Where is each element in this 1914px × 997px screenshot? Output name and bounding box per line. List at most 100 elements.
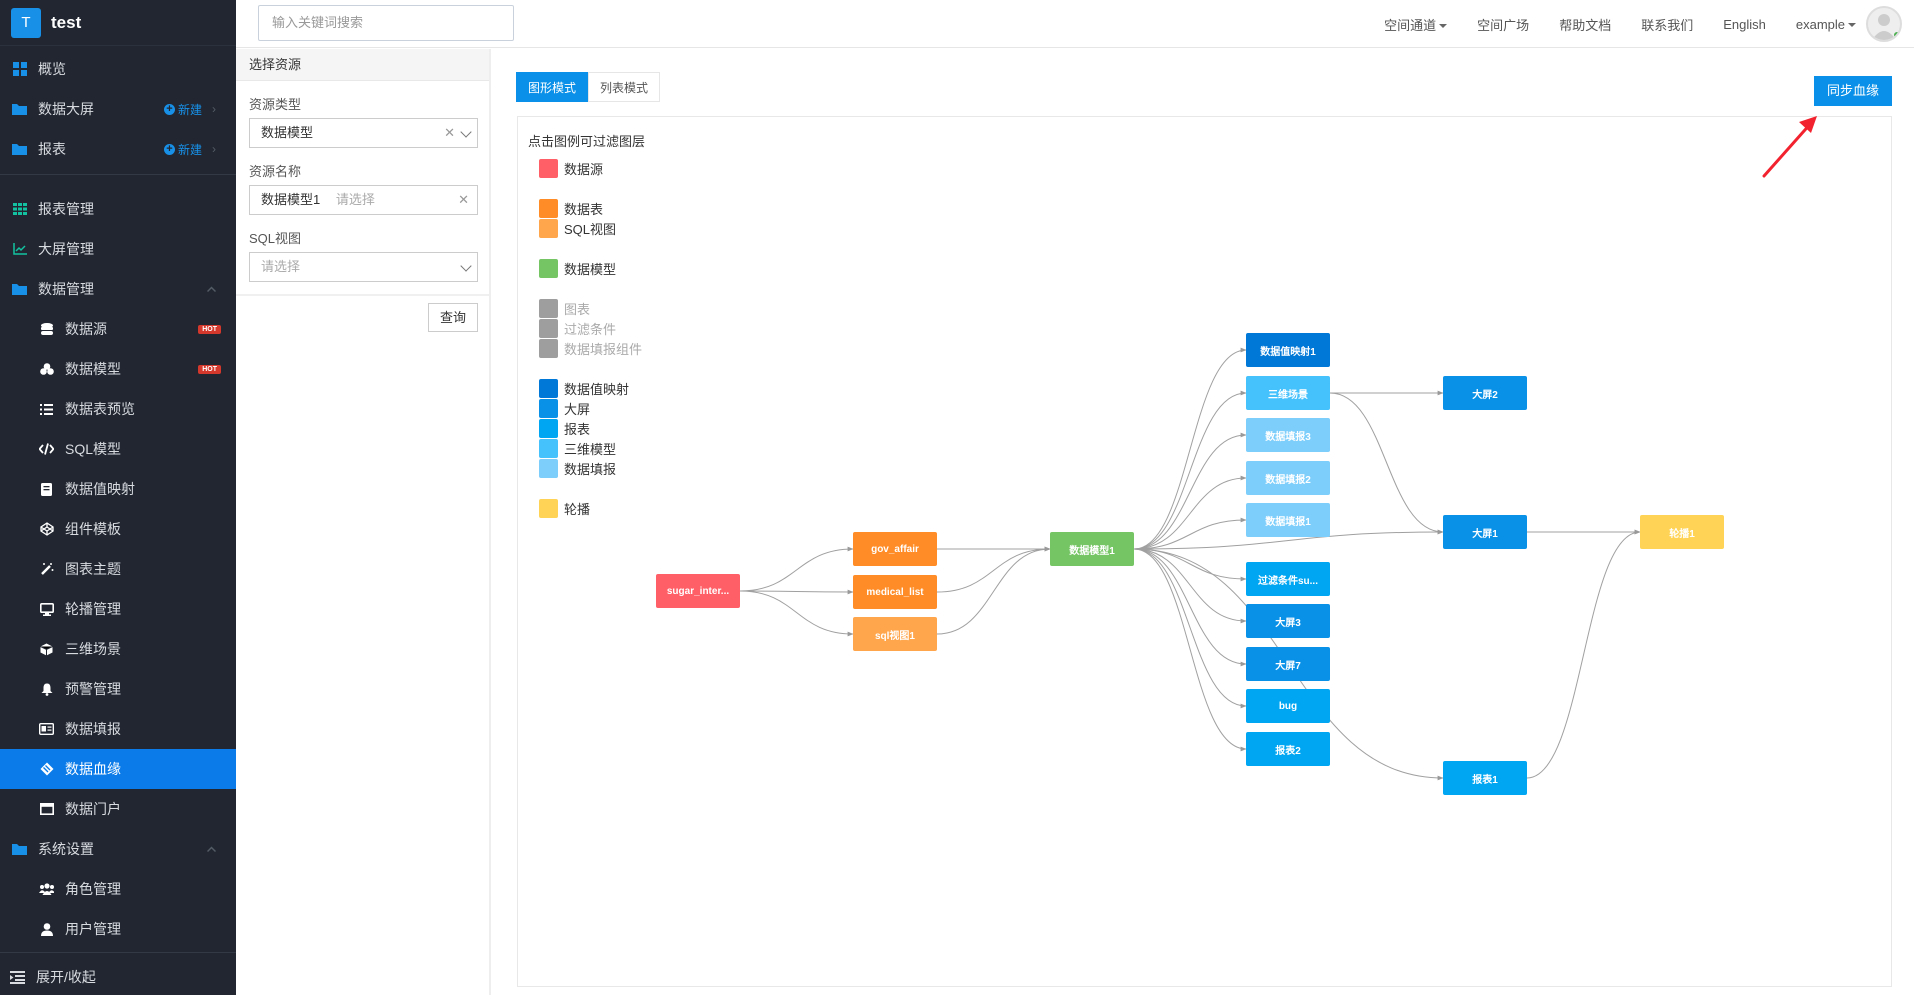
sidebar-item[interactable]: 轮播管理 [0, 589, 236, 629]
sidebar-item[interactable]: 系统设置 [0, 829, 236, 869]
sidebar-item[interactable]: 角色管理 [0, 869, 236, 909]
sidebar-item-label: 数据大屏 [38, 101, 94, 117]
legend-item[interactable]: 报表 [539, 419, 590, 438]
legend-item[interactable]: 数据填报组件 [539, 339, 642, 358]
resource-name-select[interactable]: 数据模型1 请选择 ✕ [249, 185, 478, 215]
lineage-node[interactable]: 大屏2 [1443, 376, 1527, 410]
legend-item[interactable]: 数据表 [539, 199, 603, 218]
nav-help-docs[interactable]: 帮助文档 [1559, 15, 1611, 34]
sidebar-item[interactable]: 数据血缘 [0, 749, 236, 789]
sidebar-item[interactable]: 大屏管理 [0, 229, 236, 269]
chevron-up-icon [206, 843, 217, 855]
legend-label: 数据填报组件 [564, 342, 643, 357]
sidebar-item[interactable]: 数据模型 HOT [0, 349, 236, 389]
sidebar-item[interactable]: 数据表预览 [0, 389, 236, 429]
sidebar-item[interactable]: 报表 + 新建 › [0, 129, 236, 169]
clear-icon[interactable]: ✕ [444, 119, 455, 147]
sidebar-item-label: 预警管理 [65, 681, 121, 697]
lineage-node[interactable]: sugar_inter... [656, 574, 740, 608]
nav-space-channel[interactable]: 空间通道 [1384, 15, 1448, 34]
lineage-node[interactable]: 数据填报3 [1246, 418, 1330, 452]
sidebar-item-label: 数据管理 [38, 281, 94, 297]
lineage-node[interactable]: 过滤条件su... [1246, 562, 1330, 596]
resource-type-select[interactable]: 数据模型 ✕ [249, 118, 478, 148]
resource-name-placeholder: 请选择 [335, 192, 375, 207]
legend-item[interactable]: 图表 [539, 299, 590, 318]
sql-view-select[interactable]: 请选择 [249, 252, 478, 282]
lineage-node[interactable]: 数据值映射1 [1246, 333, 1330, 367]
lineage-node[interactable]: 报表2 [1246, 732, 1330, 766]
nav-space-plaza[interactable]: 空间广场 [1477, 15, 1529, 34]
cubes-icon [39, 362, 54, 377]
sidebar-item[interactable]: 数据管理 [0, 269, 236, 309]
legend-item[interactable]: 数据模型 [539, 259, 616, 278]
sidebar-collapse-label: 展开/收起 [36, 969, 96, 985]
hot-badge: HOT [198, 324, 221, 334]
tab-list-mode[interactable]: 列表模式 [588, 72, 661, 102]
sidebar-item-label: 轮播管理 [65, 601, 121, 617]
sidebar-item[interactable]: 数据填报 [0, 709, 236, 749]
legend-item[interactable]: 三维模型 [539, 439, 616, 458]
lineage-node[interactable]: 大屏7 [1246, 647, 1330, 681]
sidebar-item[interactable]: 图表主题 [0, 549, 236, 589]
lineage-node[interactable]: 三维场景 [1246, 376, 1330, 410]
lineage-node[interactable]: sql视图1 [853, 617, 937, 651]
sidebar-collapse-toggle[interactable]: 展开/收起 [0, 957, 236, 997]
lineage-node[interactable]: medical_list [853, 575, 937, 609]
sidebar-item[interactable]: 概览 [0, 49, 236, 89]
lineage-node[interactable]: gov_affair [853, 532, 937, 566]
sidebar-item[interactable]: 三维场景 [0, 629, 236, 669]
sidebar-item[interactable]: 数据源 HOT [0, 309, 236, 349]
sidebar-item[interactable]: 数据大屏 + 新建 › [0, 89, 236, 129]
sidebar-divider [0, 174, 236, 175]
lineage-node[interactable]: 报表1 [1443, 761, 1527, 795]
legend-item[interactable]: SQL视图 [539, 219, 616, 238]
users-icon [39, 882, 54, 897]
lineage-node[interactable]: 数据填报2 [1246, 461, 1330, 495]
new-button[interactable]: + 新建 [163, 141, 202, 158]
sidebar-item[interactable]: 报表管理 [0, 189, 236, 229]
legend-label: 大屏 [564, 402, 591, 417]
caret-down-icon [1439, 24, 1448, 29]
plus-circle-icon: + [163, 143, 175, 155]
sidebar-item-label: 用户管理 [65, 921, 121, 937]
legend-swatch [539, 419, 558, 438]
sidebar-item[interactable]: 用户管理 [0, 909, 236, 949]
lineage-node[interactable]: bug [1246, 689, 1330, 723]
legend-item[interactable]: 数据源 [539, 159, 603, 178]
lineage-node[interactable]: 轮播1 [1640, 515, 1724, 549]
resource-name-label: 资源名称 [249, 164, 302, 179]
query-button[interactable]: 查询 [428, 303, 478, 332]
online-status-dot [1894, 32, 1900, 38]
lineage-node[interactable]: 大屏3 [1246, 604, 1330, 638]
new-button[interactable]: + 新建 [163, 101, 202, 118]
cube-icon [39, 642, 54, 657]
sidebar-item[interactable]: SQL模型 [0, 429, 236, 469]
sidebar-item[interactable]: 数据门户 [0, 789, 236, 829]
sidebar-item-label: 数据表预览 [65, 401, 135, 417]
lineage-node[interactable]: 大屏1 [1443, 515, 1527, 549]
legend-swatch [539, 399, 558, 418]
legend-item[interactable]: 数据值映射 [539, 379, 629, 398]
sidebar-item[interactable]: 组件模板 [0, 509, 236, 549]
legend-item[interactable]: 轮播 [539, 499, 590, 518]
sidebar-item-label: 系统设置 [38, 841, 94, 857]
legend-item[interactable]: 大屏 [539, 399, 590, 418]
nav-language[interactable]: English [1723, 17, 1766, 32]
lineage-node[interactable]: 数据填报1 [1246, 503, 1330, 537]
legend-item[interactable]: 数据填报 [539, 459, 616, 478]
sidebar-item[interactable]: 预警管理 [0, 669, 236, 709]
avatar[interactable] [1866, 6, 1902, 42]
chevron-right-icon: › [212, 142, 216, 156]
lineage-node[interactable]: 数据模型1 [1050, 532, 1134, 566]
sync-lineage-button[interactable]: 同步血缘 [1814, 76, 1892, 106]
user-menu[interactable]: example [1796, 17, 1856, 32]
tab-graph-mode[interactable]: 图形模式 [516, 72, 589, 102]
clear-icon[interactable]: ✕ [458, 186, 469, 214]
legend-item[interactable]: 过滤条件 [539, 319, 616, 338]
sidebar-item[interactable]: 数据值映射 [0, 469, 236, 509]
nav-contact-us[interactable]: 联系我们 [1641, 15, 1693, 34]
folder-icon [12, 102, 27, 117]
legend-label: 数据模型 [564, 262, 617, 277]
search-input[interactable]: 输入关键词搜索 [258, 5, 514, 41]
